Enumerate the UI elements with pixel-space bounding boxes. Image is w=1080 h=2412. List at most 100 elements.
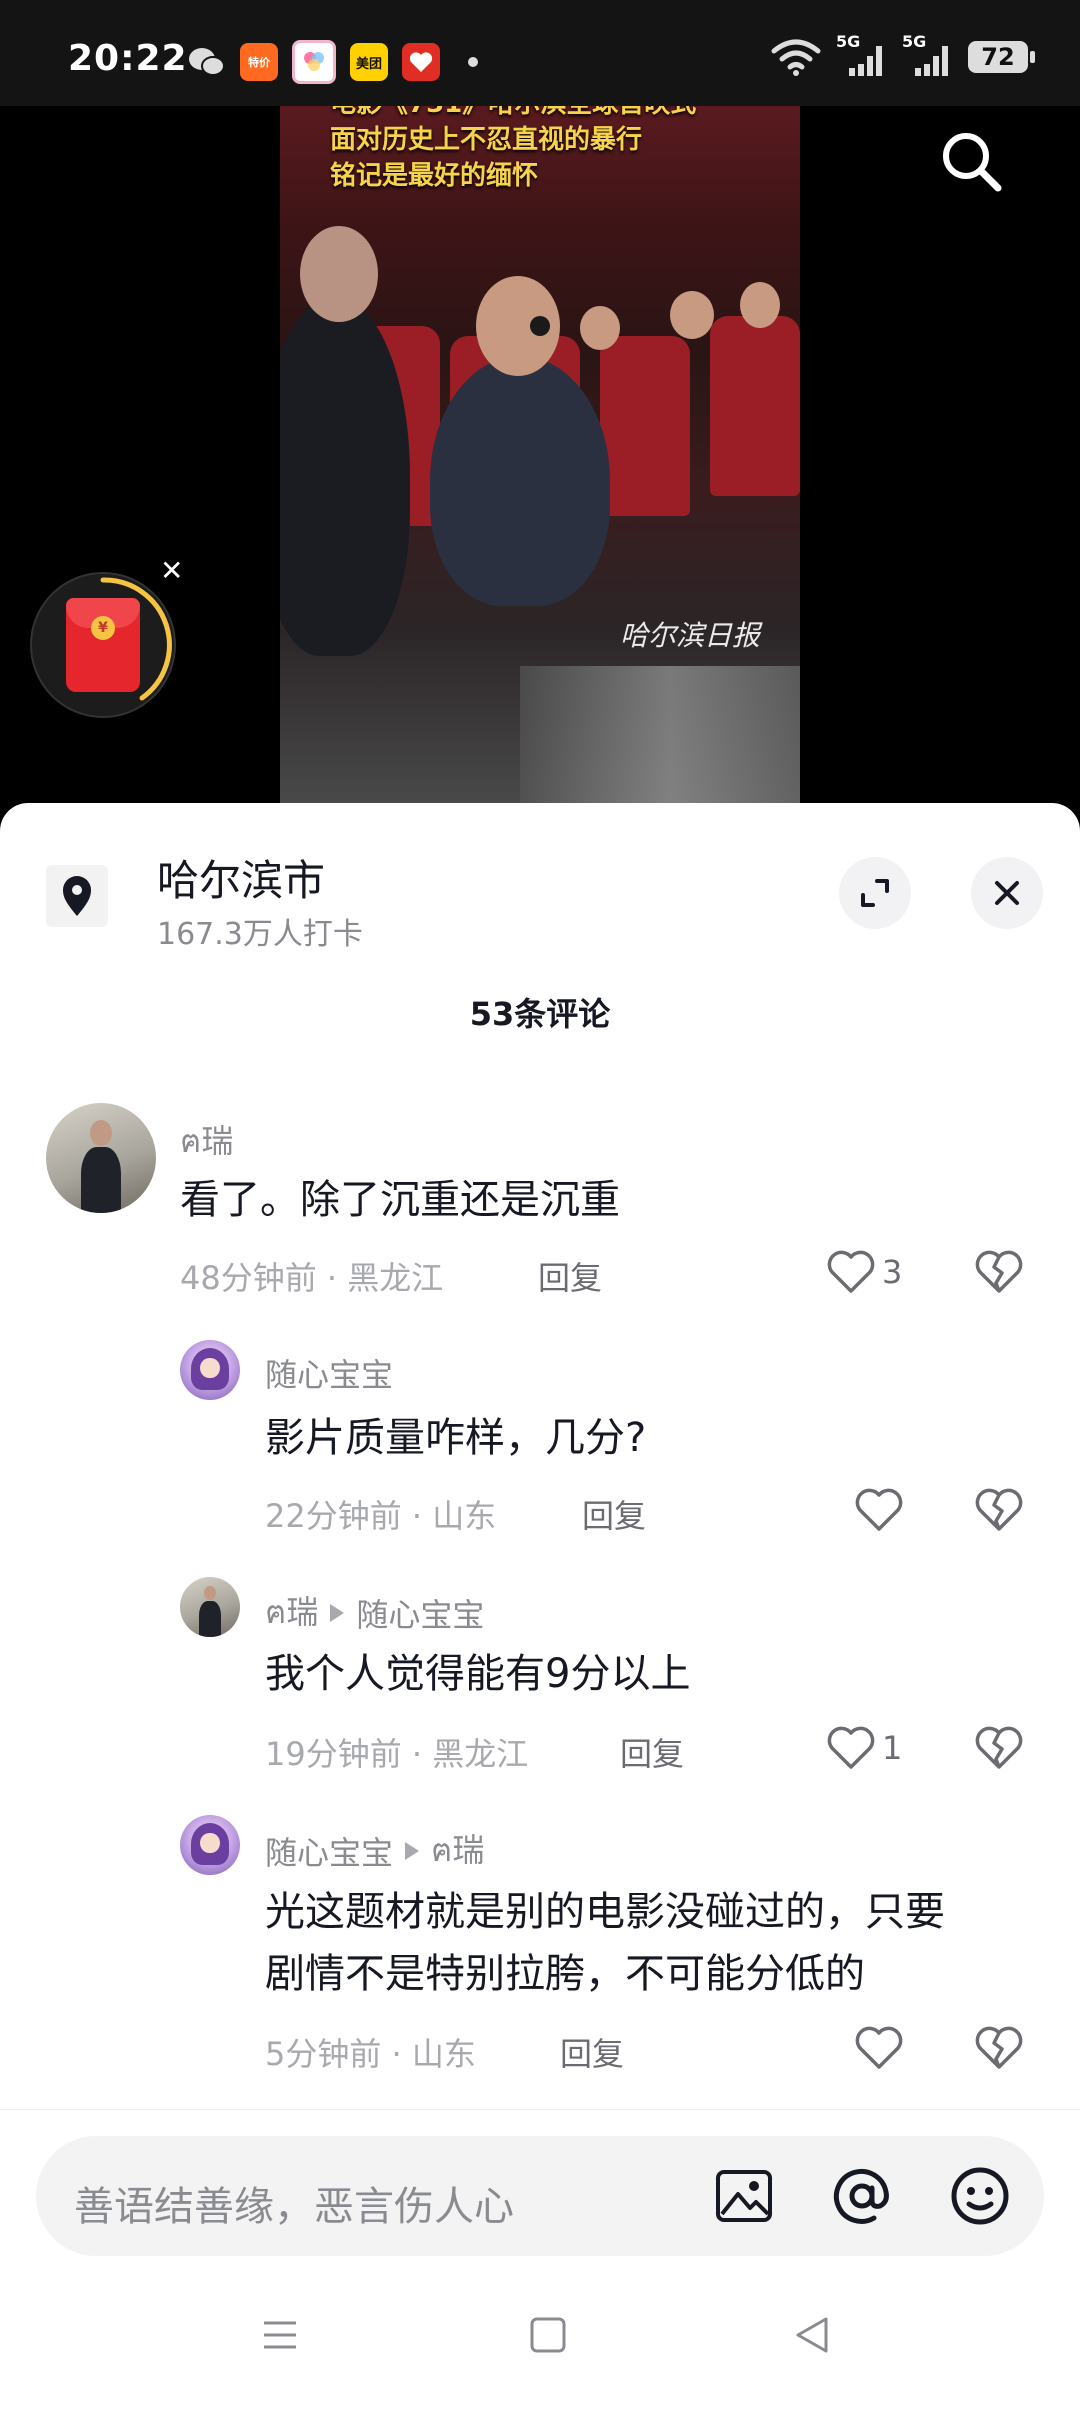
- caption-line: 电影《731》哈尔滨全球首映式: [330, 106, 696, 122]
- close-red-packet-button[interactable]: ✕: [160, 554, 183, 587]
- divider: [0, 2109, 1080, 2110]
- video-caption: 电影《731》哈尔滨全球首映式 面对历史上不忍直视的暴行 铭记是最好的缅怀: [330, 106, 696, 194]
- search-button[interactable]: [936, 126, 1006, 196]
- location-pin-icon: [46, 865, 108, 927]
- reply-button[interactable]: 回复: [582, 1491, 646, 1537]
- like-button[interactable]: [854, 1487, 910, 1533]
- heart-icon: [827, 1250, 875, 1293]
- system-nav-bar: [0, 2273, 1080, 2412]
- comment-text-line: 光这题材就是别的电影没碰过的，只要: [265, 1889, 945, 1935]
- like-button[interactable]: [854, 2025, 910, 2071]
- audience-face: [740, 282, 780, 328]
- close-button[interactable]: [971, 857, 1043, 929]
- like-button[interactable]: 1: [826, 1725, 902, 1771]
- comment-meta: 48分钟前 · 黑龙江: [180, 1259, 444, 1297]
- caption-line: 面对历史上不忍直视的暴行: [330, 125, 643, 155]
- username-text[interactable]: ฅ瑞: [265, 1587, 318, 1638]
- audience-person: [430, 356, 610, 606]
- reply-arrow-icon: [405, 1841, 420, 1860]
- comment-text: 我个人觉得能有9分以上: [265, 1651, 691, 1697]
- reply-to-username[interactable]: ฅ瑞: [431, 1825, 484, 1876]
- photos-icon: [292, 40, 336, 84]
- comment-username[interactable]: ฅ瑞: [180, 1116, 233, 1167]
- battery-level: 72: [981, 43, 1015, 71]
- broken-heart-icon: [975, 1488, 1023, 1531]
- avatar[interactable]: [46, 1103, 156, 1213]
- reply-button[interactable]: 回复: [538, 1253, 602, 1299]
- comment-text: 看了。除了沉重还是沉重: [180, 1177, 620, 1223]
- video-frame[interactable]: 电影《731》哈尔滨全球首映式 面对历史上不忍直视的暴行 铭记是最好的缅怀 哈尔…: [280, 106, 800, 806]
- like-button[interactable]: 3: [826, 1249, 902, 1295]
- close-icon: [995, 881, 1019, 905]
- taobao-special-icon: 特价: [240, 43, 278, 81]
- menu-icon: [264, 2321, 296, 2349]
- expand-button[interactable]: [839, 857, 911, 929]
- like-count: 3: [882, 1253, 903, 1291]
- wifi-icon: [771, 39, 821, 76]
- username-text[interactable]: 随心宝宝: [265, 1350, 393, 1396]
- location-title[interactable]: 哈尔滨市: [157, 847, 325, 908]
- square-icon: [530, 2317, 566, 2353]
- signal-1-icon: 5G: [836, 32, 888, 78]
- audience-face: [530, 316, 550, 336]
- dislike-button[interactable]: [974, 1249, 1024, 1299]
- wechat-icon: [188, 43, 226, 81]
- caption-line: 铭记是最好的缅怀: [330, 161, 539, 191]
- avatar[interactable]: [180, 1340, 240, 1400]
- meituan-icon: 美团: [350, 43, 388, 81]
- dislike-button[interactable]: [974, 1487, 1024, 1537]
- audience-face: [580, 306, 620, 350]
- comment-input[interactable]: 善语结善缘，恶言伤人心: [36, 2136, 1044, 2256]
- menu-nav-button[interactable]: [260, 2315, 300, 2359]
- cinema-seat: [600, 336, 690, 516]
- location-checkin-count: 167.3万人打卡: [157, 917, 363, 952]
- comment-text-line: 剧情不是特别拉胯，不可能分低的: [265, 1951, 865, 1997]
- expand-icon: [861, 879, 889, 907]
- avatar[interactable]: [180, 1815, 240, 1875]
- comments-sheet: 哈尔滨市 167.3万人打卡 53条评论 ฅ瑞 看了。除了沉重还是沉重 48分钟…: [0, 803, 1080, 2412]
- username-text[interactable]: ฅ瑞: [180, 1116, 233, 1167]
- status-time: 20:22: [68, 38, 188, 79]
- comment-text: 光这题材就是别的电影没碰过的，只要 剧情不是特别拉胯，不可能分低的: [265, 1881, 945, 2005]
- home-nav-button[interactable]: [528, 2315, 568, 2359]
- emoji-button[interactable]: [948, 2164, 1012, 2228]
- battery-indicator: 72: [968, 41, 1035, 73]
- heart-icon: [855, 1488, 903, 1531]
- heart-icon: [855, 2026, 903, 2069]
- comment-meta: 22分钟前 · 山东: [265, 1497, 497, 1535]
- reply-to-username[interactable]: 随心宝宝: [356, 1590, 484, 1636]
- username-text[interactable]: 随心宝宝: [265, 1828, 393, 1874]
- audience-face: [300, 226, 378, 322]
- meituan-label: 美团: [355, 56, 382, 72]
- comment-count: 53条评论: [469, 995, 611, 1033]
- at-sign-icon: [833, 2168, 889, 2224]
- dislike-button[interactable]: [974, 2025, 1024, 2075]
- reply-arrow-icon: [330, 1603, 345, 1622]
- comment-meta: 5分钟前 · 山东: [265, 2035, 476, 2073]
- taobao-special-label: 特价: [248, 56, 270, 69]
- notification-icons: 特价 美团: [188, 40, 478, 84]
- comment-username[interactable]: 随心宝宝 ฅ瑞: [265, 1825, 484, 1876]
- red-packet-widget[interactable]: ¥: [30, 572, 176, 718]
- broken-heart-icon: [975, 1250, 1023, 1293]
- comment-meta: 19分钟前 · 黑龙江: [265, 1735, 529, 1773]
- reply-button[interactable]: 回复: [560, 2029, 624, 2075]
- comment-username[interactable]: ฅ瑞 随心宝宝: [265, 1587, 484, 1638]
- more-notifications-dot: [468, 57, 478, 67]
- emoji-icon: [951, 2167, 1009, 2225]
- back-triangle-icon: [796, 2317, 828, 2353]
- video-player[interactable]: 电影《731》哈尔滨全球首映式 面对历史上不忍直视的暴行 铭记是最好的缅怀 哈尔…: [0, 106, 1080, 826]
- comment-username[interactable]: 随心宝宝: [265, 1350, 393, 1396]
- cinema-seat: [710, 316, 800, 496]
- back-nav-button[interactable]: [792, 2315, 832, 2359]
- image-icon: [716, 2170, 772, 2222]
- watermark: 哈尔滨日报: [619, 619, 760, 652]
- reply-button[interactable]: 回复: [620, 1729, 684, 1775]
- broken-heart-icon: [975, 2026, 1023, 2069]
- dislike-button[interactable]: [974, 1725, 1024, 1775]
- mention-button[interactable]: [830, 2164, 894, 2228]
- image-button[interactable]: [712, 2164, 776, 2228]
- signal-2-icon: 5G: [902, 32, 954, 78]
- comment-text: 影片质量咋样，几分?: [265, 1415, 647, 1461]
- avatar[interactable]: [180, 1577, 240, 1637]
